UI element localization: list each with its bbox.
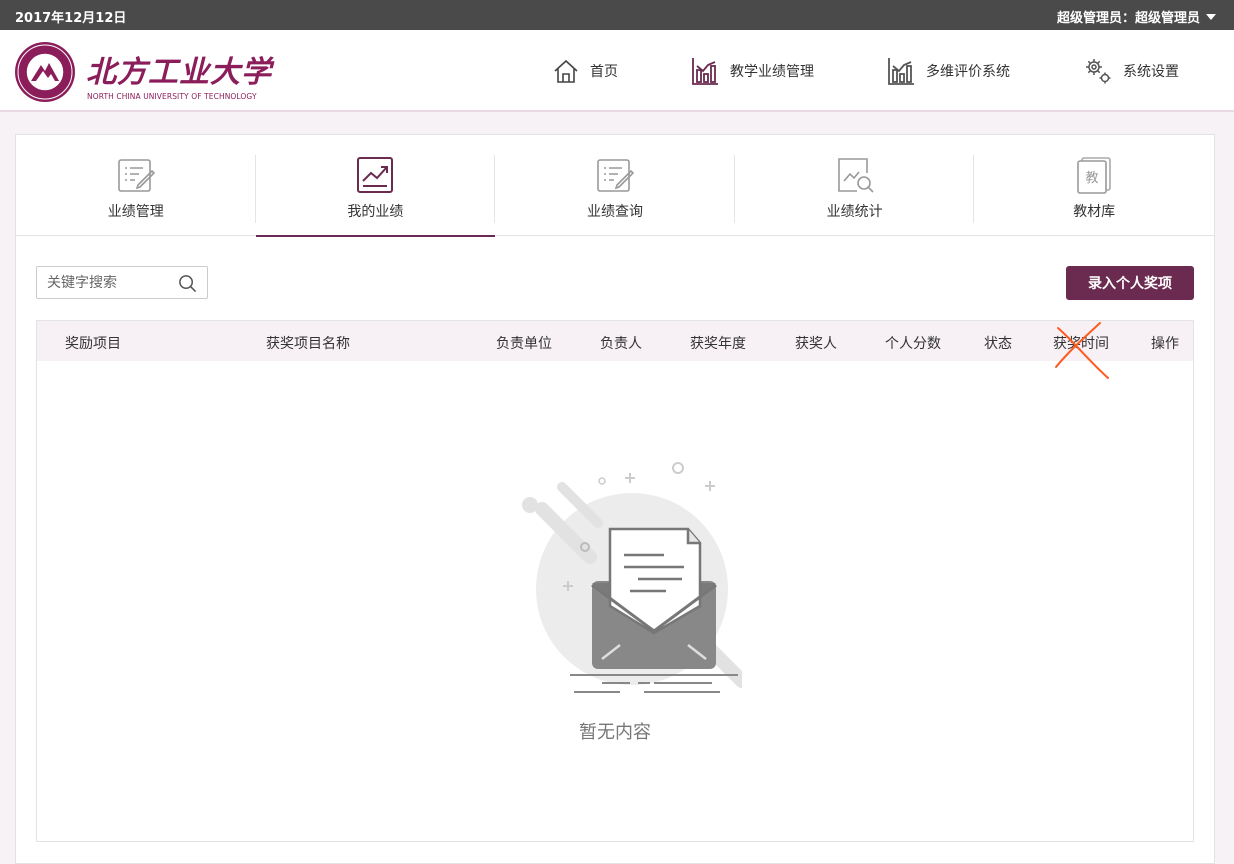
university-logo[interactable]: 北方工业大学 NORTH CHINA UNIVERSITY OF TECHNOL… — [14, 39, 278, 103]
nav-teaching-performance-label: 教学业绩管理 — [730, 64, 814, 80]
university-name-cn: 北方工业大学 — [86, 55, 272, 90]
nav-teaching-performance[interactable]: 教学业绩管理 — [690, 30, 814, 112]
column-header[interactable]: 获奖人 — [795, 333, 837, 353]
user-name: 超级管理员：超级管理员 — [1056, 11, 1200, 26]
search-chart-icon — [837, 158, 874, 193]
column-header[interactable]: 操作 — [1151, 333, 1179, 353]
column-header[interactable]: 负责人 — [600, 333, 642, 353]
table-header: 奖励项目 获奖项目名称 负责单位 负责人 获奖年度 获奖人 个人分数 状态 获奖… — [37, 321, 1193, 361]
column-header[interactable]: 获奖时间 — [1053, 333, 1109, 353]
top-status-bar: 2017年12月12日 超级管理员：超级管理员 — [0, 0, 1234, 30]
tab-label: 业绩统计 — [826, 204, 883, 220]
keyword-search — [36, 266, 208, 299]
module-tabs: 业绩管理 我的业绩 业绩查询 业绩统计 教 教材库 — [16, 135, 1214, 237]
university-name-en: NORTH CHINA UNIVERSITY OF TECHNOLOGY — [87, 92, 257, 101]
tab-performance-management[interactable]: 业绩管理 — [16, 135, 256, 236]
nav-home[interactable]: 首页 — [552, 30, 618, 112]
main-panel: 业绩管理 我的业绩 业绩查询 业绩统计 教 教材库 关键字搜索 录入个人奖项 奖… — [15, 134, 1215, 864]
trend-chart-icon — [357, 157, 394, 193]
caret-down-icon — [1206, 13, 1216, 20]
textbook-icon: 教 — [1077, 157, 1111, 194]
awards-table: 奖励项目 获奖项目名称 负责单位 负责人 获奖年度 获奖人 个人分数 状态 获奖… — [36, 320, 1194, 842]
tab-label: 业绩管理 — [107, 204, 164, 220]
nav-home-label: 首页 — [590, 64, 618, 80]
empty-state-text: 暂无内容 — [579, 722, 651, 743]
site-header: 北方工业大学 NORTH CHINA UNIVERSITY OF TECHNOL… — [0, 30, 1234, 112]
tab-label: 业绩查询 — [586, 204, 643, 220]
column-header[interactable]: 获奖年度 — [690, 333, 746, 353]
tab-label: 我的业绩 — [347, 204, 404, 220]
textbook-badge: 教 — [1086, 170, 1099, 186]
edit-icon — [117, 159, 155, 192]
tab-performance-statistics[interactable]: 业绩统计 — [735, 135, 975, 236]
nav-multi-evaluation[interactable]: 多维评价系统 — [886, 30, 1010, 112]
nav-system-settings-label: 系统设置 — [1123, 64, 1179, 80]
column-header[interactable]: 获奖项目名称 — [266, 333, 350, 353]
gears-icon — [1086, 59, 1111, 84]
add-personal-award-button[interactable]: 录入个人奖项 — [1066, 266, 1194, 300]
edit-icon — [597, 159, 635, 192]
bar-chart-icon — [692, 58, 718, 85]
nav-system-settings[interactable]: 系统设置 — [1083, 30, 1179, 112]
search-icon[interactable] — [178, 274, 197, 293]
column-header[interactable]: 个人分数 — [885, 333, 941, 353]
column-header[interactable]: 状态 — [984, 333, 1012, 353]
user-menu[interactable]: 超级管理员：超级管理员 — [1057, 7, 1216, 26]
home-icon — [554, 59, 578, 83]
current-date: 2017年12月12日 — [15, 11, 127, 26]
university-seal-icon — [15, 42, 75, 102]
bar-chart-icon — [888, 58, 914, 85]
tab-textbook-library[interactable]: 教 教材库 — [974, 135, 1214, 236]
active-tab-indicator — [255, 235, 496, 237]
empty-mailbox-illustration — [522, 462, 742, 693]
tab-label: 教材库 — [1073, 204, 1116, 220]
tab-my-performance[interactable]: 我的业绩 — [255, 135, 496, 237]
nav-multi-evaluation-label: 多维评价系统 — [926, 64, 1010, 80]
column-header[interactable]: 负责单位 — [496, 333, 552, 353]
search-input[interactable] — [37, 267, 177, 298]
column-header[interactable]: 奖励项目 — [65, 333, 121, 353]
tab-performance-query[interactable]: 业绩查询 — [495, 135, 735, 236]
